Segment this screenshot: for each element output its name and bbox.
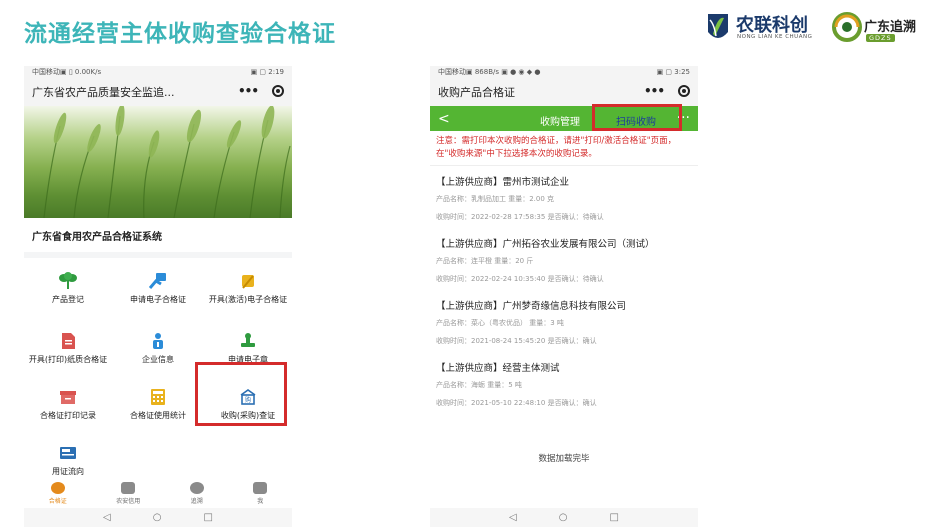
grid-item-label: 企业信息 (142, 355, 174, 364)
list-item[interactable]: 【上游供应商】广州梦奇缘信息科技有限公司 产品名称：菜心（粤农优品） 重量：3 … (430, 298, 698, 346)
tab-trace[interactable]: 追溯 (189, 481, 204, 505)
calculator-icon (151, 389, 165, 405)
user-icon (253, 481, 268, 494)
miniapp-title-bar: 收购产品合格证 ••• (430, 78, 698, 106)
system-nav-bar: ◁ ○ □ (24, 508, 292, 527)
back-nav-icon[interactable]: ◁ (509, 512, 517, 523)
highlight-box-purchase-check (195, 362, 287, 426)
stamp-icon (241, 333, 255, 347)
page-title: 收购产品合格证 (438, 86, 515, 99)
purchase-time: 收购时间：2021-08-24 15:45:20 是否确认：确认 (436, 337, 597, 345)
supplier-name: 【上游供应商】雷州市测试企业 (436, 177, 570, 188)
card-icon (121, 481, 136, 494)
purchase-time: 收购时间：2021-05-10 22:48:10 是否确认：确认 (436, 399, 597, 407)
list-item[interactable]: 【上游供应商】雷州市测试企业 产品名称：乳制品加工 重量：2.00 克 收购时间… (430, 174, 698, 222)
close-target-icon[interactable] (272, 85, 284, 97)
grid-item-label: 合格证打印记录 (40, 411, 96, 420)
logo2-name: 广东追溯 (864, 20, 917, 35)
status-bar: 中国移动▣ 868B/s ▣ ● ◉ ◆ ● ▣ ▢ 3:25 (430, 66, 698, 78)
more-dots-icon[interactable]: ••• (644, 84, 665, 98)
product-info: 产品名称：连平橙 重量：20 斤 (436, 257, 534, 265)
logo1-pinyin: NONG LIAN KE CHUANG (737, 34, 813, 40)
home-nav-icon[interactable]: ○ (559, 512, 568, 523)
list-item[interactable]: 【上游供应商】经营主体测试 产品名称：海蛎 重量：5 吨 收购时间：2021-0… (430, 360, 698, 408)
grid-item-label: 申请电子合格证 (130, 295, 186, 304)
more-dots-icon[interactable]: ••• (238, 84, 259, 98)
phone-purchase-list-screen: 中国移动▣ 868B/s ▣ ● ◉ ◆ ● ▣ ▢ 3:25 收购产品合格证 … (430, 66, 698, 527)
list-item[interactable]: 【上游供应商】广州拓谷农业发展有限公司（测试） 产品名称：连平橙 重量：20 斤… (430, 236, 698, 284)
grid-item-cert-flow[interactable]: 用证流向 (24, 444, 112, 477)
tab-purchase-manage[interactable]: 收购管理 (540, 113, 580, 128)
info-icon (153, 333, 163, 349)
tab-label: 农安信用 (116, 497, 141, 505)
grid-item-usage-stats[interactable]: 合格证使用统计 (114, 388, 202, 421)
status-left: 中国移动▣ 868B/s ▣ ● ◉ ◆ ● (438, 68, 541, 76)
grid-item-product-register[interactable]: 产品登记 (24, 272, 112, 305)
nonglian-badge-icon (708, 14, 728, 38)
back-arrow-icon[interactable]: < (438, 111, 450, 127)
back-nav-icon[interactable]: ◁ (103, 512, 111, 523)
check-circle-icon (50, 481, 65, 494)
grid-item-apply-e-seal[interactable]: 申请电子章 (204, 332, 292, 365)
nonglian-logo: 农联科创 NONG LIAN KE CHUANG (704, 10, 824, 46)
miniapp-title-bar: 广东省农产品质量安全监追... ••• (24, 78, 292, 106)
tab-label: 追溯 (190, 497, 203, 505)
load-complete-text: 数据加载完毕 (538, 454, 590, 464)
home-nav-icon[interactable]: ○ (153, 512, 162, 523)
highlight-box-scan-purchase (592, 104, 682, 131)
hand-pen-icon (242, 275, 254, 289)
grid-item-label: 开具(激活)电子合格证 (208, 295, 288, 304)
grid-item-print-paper-cert[interactable]: 开具(打印)纸质合格证 (24, 332, 112, 365)
gdzs-logo: 广东追溯 GDZS (832, 12, 924, 46)
grid-item-label: 用证流向 (52, 467, 84, 476)
document-icon (62, 333, 75, 349)
grid-item-label: 合格证使用统计 (130, 411, 186, 420)
purchase-time: 收购时间：2022-02-28 17:58:35 是否确认：待确认 (436, 213, 604, 221)
product-info: 产品名称：海蛎 重量：5 吨 (436, 381, 522, 389)
system-nav-bar: ◁ ○ □ (430, 508, 698, 527)
grid-item-apply-e-cert[interactable]: 申请电子合格证 (114, 272, 202, 305)
supplier-name: 【上游供应商】广州拓谷农业发展有限公司（测试） (436, 239, 655, 250)
slide-title: 流通经营主体收购查验合格证 (24, 21, 336, 47)
sale-tag-icon (60, 447, 76, 459)
status-bar: 中国移动▣ ▯ 0.00K/s ▣ ▢ 2:19 (24, 66, 292, 78)
grid-item-company-info[interactable]: 企业信息 (114, 332, 202, 365)
grid-item-label: 产品登记 (52, 295, 84, 304)
status-right: ▣ ▢ 2:19 (250, 68, 284, 76)
phone-home-screen: 中国移动▣ ▯ 0.00K/s ▣ ▢ 2:19 广东省农产品质量安全监追...… (24, 66, 292, 527)
printer-box-icon (60, 391, 76, 404)
recent-nav-icon[interactable]: □ (203, 512, 212, 523)
notice-text: 注意：需打印本次收购的合格证，请进"打印/激活合格证"页面，在"收购来源"中下拉… (430, 131, 698, 166)
product-info: 产品名称：菜心（粤农优品） 重量：3 吨 (436, 319, 564, 327)
hand-card-icon (149, 273, 166, 289)
status-left: 中国移动▣ ▯ 0.00K/s (32, 68, 102, 76)
purchase-time: 收购时间：2022-02-24 10:35:40 是否确认：待确认 (436, 275, 604, 283)
grid-item-print-records[interactable]: 合格证打印记录 (24, 388, 112, 421)
search-icon (189, 481, 204, 494)
tab-me[interactable]: 我 (253, 481, 268, 505)
page-title: 广东省农产品质量安全监追... (32, 86, 175, 99)
gdzs-circle-icon (832, 12, 862, 42)
status-right: ▣ ▢ 3:25 (656, 68, 690, 76)
tab-label: 我 (257, 497, 264, 505)
supplier-name: 【上游供应商】广州梦奇缘信息科技有限公司 (436, 301, 627, 312)
supplier-name: 【上游供应商】经营主体测试 (436, 363, 560, 374)
grid-item-label: 开具(打印)纸质合格证 (28, 355, 108, 364)
logo2-tag: GDZS (866, 34, 895, 42)
grid-item-issue-e-cert[interactable]: 开具(激活)电子合格证 (204, 272, 292, 305)
tab-credit[interactable]: 农安信用 (116, 481, 141, 505)
system-title: 广东省食用农产品合格证系统 (24, 218, 292, 252)
bottom-tab-bar: 合格证 农安信用 追溯 我 (24, 478, 292, 508)
wheat-banner-image (24, 106, 292, 218)
close-target-icon[interactable] (678, 85, 690, 97)
recent-nav-icon[interactable]: □ (609, 512, 618, 523)
tab-certificate[interactable]: 合格证 (48, 481, 67, 505)
sprout-icon (59, 272, 77, 289)
tab-label: 合格证 (48, 497, 67, 505)
product-info: 产品名称：乳制品加工 重量：2.00 克 (436, 195, 555, 203)
